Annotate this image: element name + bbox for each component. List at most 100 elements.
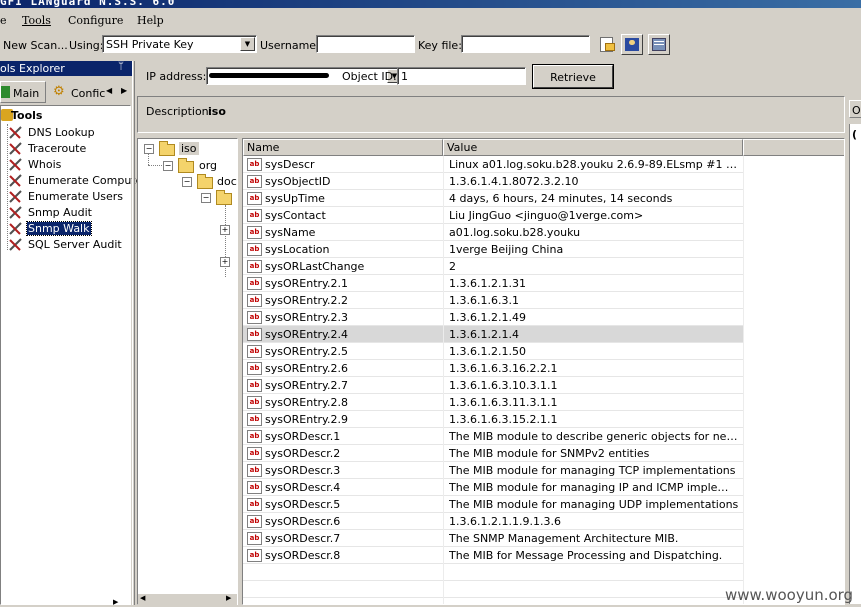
row-name: sysORDescr.4 xyxy=(265,481,341,494)
table-row[interactable]: ab sysLocation 1verge Beijing China xyxy=(243,241,743,258)
keyfile-input[interactable] xyxy=(461,35,590,53)
table-row[interactable]: ab sysOREntry.2.4 1.3.6.1.2.1.4 xyxy=(243,326,743,343)
row-name: sysORDescr.1 xyxy=(265,430,341,443)
splitter[interactable] xyxy=(132,61,135,605)
menu-item-file[interactable]: e xyxy=(0,14,7,27)
username-input[interactable] xyxy=(316,35,415,53)
table-row[interactable]: ab sysDescr Linux a01.log.soku.b28.youku 2… xyxy=(243,156,743,173)
retrieve-button[interactable]: Retrieve xyxy=(533,65,613,88)
collapse-org[interactable]: − xyxy=(163,161,173,171)
table-row[interactable]: ab sysUpTime 4 days, 6 hours, 24 minutes, … xyxy=(243,190,743,207)
tool-dns-lookup[interactable]: DNS Lookup xyxy=(9,125,96,141)
table-row[interactable]: ab sysORDescr.5 The MIB module for managin… xyxy=(243,496,743,513)
expand-node-2[interactable]: + xyxy=(220,257,230,267)
table-row[interactable]: ab sysName a01.log.soku.b28.youku xyxy=(243,224,743,241)
table-row[interactable]: ab sysORDescr.3 The MIB module for managin… xyxy=(243,462,743,479)
column-header-filler xyxy=(743,139,844,156)
window-title: GFI LANguard N.S.S. 6.0 xyxy=(0,0,176,8)
table-row[interactable]: ab sysORDescr.8 The MIB for Message Proces… xyxy=(243,547,743,564)
options-tab[interactable]: Op xyxy=(849,100,861,118)
using-label: Using: xyxy=(69,39,104,52)
tree-node-iso[interactable]: iso xyxy=(179,142,199,155)
row-value: The SNMP Management Architecture MIB. xyxy=(449,532,679,545)
pin-icon[interactable]: ᛘ xyxy=(118,61,124,72)
browse-file-icon[interactable] xyxy=(598,36,615,52)
object-id-input[interactable]: 1 xyxy=(397,67,526,85)
tool-sql-server-audit[interactable]: SQL Server Audit xyxy=(9,237,123,253)
tool-snmp-walk[interactable]: Snmp Walk xyxy=(9,220,92,237)
table-row[interactable]: ab sysORDescr.1 The MIB module to describe… xyxy=(243,428,743,445)
column-header-value[interactable]: Value xyxy=(443,139,743,156)
chevron-down-icon[interactable]: ▼ xyxy=(240,37,255,51)
row-value: 2 xyxy=(449,260,456,273)
row-value: Linux a01.log.soku.b28.youku 2.6.9-89.EL… xyxy=(449,158,739,171)
table-row[interactable]: ab sysORLastChange 2 xyxy=(243,258,743,275)
string-value-icon: ab xyxy=(247,345,262,358)
tool-enumerate-computer[interactable]: Enumerate Computer xyxy=(9,173,148,189)
tree-node-org[interactable]: org xyxy=(199,159,217,172)
table-row[interactable]: ab sysORDescr.4 The MIB module for managin… xyxy=(243,479,743,496)
tab-scroll-right-icon[interactable]: ▶ xyxy=(121,86,127,95)
row-value: The MIB module for managing IP and ICMP … xyxy=(449,481,739,494)
table-row[interactable]: ab sysOREntry.2.9 1.3.6.1.6.3.15.2.1.1 xyxy=(243,411,743,428)
tree-hscrollbar[interactable]: ◀ ▶ xyxy=(138,594,237,605)
menu-item-configure[interactable]: Configure xyxy=(68,14,123,27)
table-row[interactable]: ab sysORDescr.7 The SNMP Management Archit… xyxy=(243,530,743,547)
string-value-icon: ab xyxy=(247,498,262,511)
row-name: sysORDescr.2 xyxy=(265,447,341,460)
string-value-icon: ab xyxy=(247,549,262,562)
save-list-icon[interactable] xyxy=(648,34,670,55)
table-row[interactable]: ab sysOREntry.2.6 1.3.6.1.6.3.16.2.2.1 xyxy=(243,360,743,377)
menu-item-help[interactable]: Help xyxy=(137,14,164,27)
table-row[interactable]: ab sysOREntry.2.1 1.3.6.1.2.1.31 xyxy=(243,275,743,292)
save-user-icon[interactable] xyxy=(621,34,643,55)
table-row[interactable]: ab sysOREntry.2.2 1.3.6.1.6.3.1 xyxy=(243,292,743,309)
table-row[interactable]: ab sysContact Liu JingGuo <jinguo@1verge.c… xyxy=(243,207,743,224)
row-value: The MIB module for managing UDP implemen… xyxy=(449,498,739,511)
tab-main[interactable]: Main xyxy=(0,81,46,103)
tool-enumerate-users[interactable]: Enumerate Users xyxy=(9,189,124,205)
row-name: sysORDescr.6 xyxy=(265,515,341,528)
menu-item-tools[interactable]: Tools xyxy=(22,14,51,27)
new-scan-button[interactable]: New Scan... xyxy=(3,39,68,52)
tool-snmp-audit[interactable]: Snmp Audit xyxy=(9,205,93,221)
tab-scroll-left-icon[interactable]: ◀ xyxy=(106,86,112,95)
tools-tree: Tools DNS Lookup Traceroute Whois Enumer… xyxy=(0,105,147,605)
row-name: sysUpTime xyxy=(265,192,325,205)
table-row[interactable]: ab sysOREntry.2.3 1.3.6.1.2.1.49 xyxy=(243,309,743,326)
table-row[interactable]: ab sysOREntry.2.5 1.3.6.1.2.1.50 xyxy=(243,343,743,360)
table-row[interactable]: ab sysORDescr.2 The MIB module for SNMPv2 … xyxy=(243,445,743,462)
explorer-header: ols Explorer ᛘ xyxy=(0,61,132,76)
collapse-iso[interactable]: − xyxy=(144,144,154,154)
tool-label: Traceroute xyxy=(28,141,87,155)
column-header-name[interactable]: Name xyxy=(243,139,443,156)
rows-container: ab sysDescr Linux a01.log.soku.b28.youku 2… xyxy=(243,156,843,604)
table-row[interactable]: ab sysOREntry.2.7 1.3.6.1.6.3.10.3.1.1 xyxy=(243,377,743,394)
query-bar: IP address: ▼ Object ID: 1 Retrieve xyxy=(137,61,845,94)
using-select[interactable]: SSH Private Key ▼ xyxy=(102,35,257,53)
row-name: sysOREntry.2.3 xyxy=(265,311,348,324)
table-row[interactable]: ab sysObjectID 1.3.6.1.4.1.8072.3.2.10 xyxy=(243,173,743,190)
string-value-icon: ab xyxy=(247,277,262,290)
row-name: sysOREntry.2.8 xyxy=(265,396,348,409)
table-row[interactable]: ab sysORDescr.6 1.3.6.1.2.1.1.9.1.3.6 xyxy=(243,513,743,530)
retrieve-label: Retrieve xyxy=(550,71,596,84)
tree-scroll-right[interactable]: ▶ xyxy=(113,594,129,606)
tab-configuration[interactable]: ⚙ Confic xyxy=(48,81,105,103)
row-name: sysORDescr.8 xyxy=(265,549,341,562)
tool-traceroute[interactable]: Traceroute xyxy=(9,141,87,157)
expand-node-1[interactable]: + xyxy=(220,225,230,235)
tool-label: Whois xyxy=(28,157,62,171)
tool-whois[interactable]: Whois xyxy=(9,157,62,173)
row-name: sysOREntry.2.9 xyxy=(265,413,348,426)
collapse-internet[interactable]: − xyxy=(201,193,211,203)
scroll-right-icon[interactable]: ▶ xyxy=(226,594,231,602)
tools-root[interactable]: Tools xyxy=(11,109,42,122)
options-marker: ( xyxy=(852,128,858,141)
collapse-dod[interactable]: − xyxy=(182,177,192,187)
tree-node-dod[interactable]: doc xyxy=(217,175,237,188)
scroll-left-icon[interactable]: ◀ xyxy=(140,594,145,602)
table-row[interactable]: ab sysOREntry.2.8 1.3.6.1.6.3.11.3.1.1 xyxy=(243,394,743,411)
string-value-icon: ab xyxy=(247,515,262,528)
string-value-icon: ab xyxy=(247,413,262,426)
